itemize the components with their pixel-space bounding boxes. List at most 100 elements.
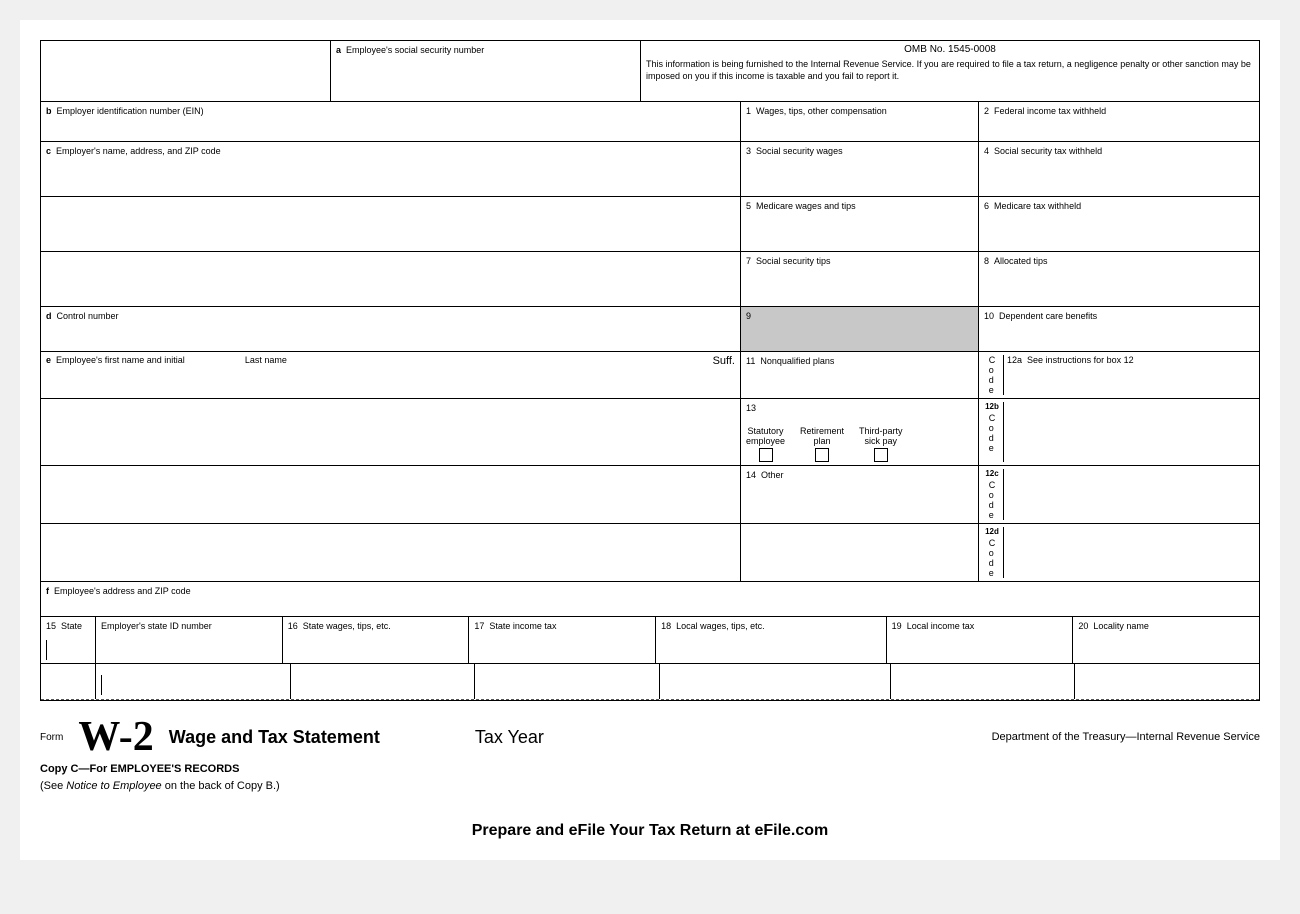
box4-cell[interactable]: 4 Social security tax withheld (979, 142, 1259, 196)
box13-checkboxes: Statutory employee Retirement plan Third… (746, 426, 973, 462)
form-full-title: Wage and Tax Statement (169, 727, 380, 748)
box13-ret-plan: Retirement plan (800, 426, 844, 462)
box3-label: 3 Social security wages (746, 146, 843, 156)
field-d-text: Control number (57, 311, 119, 321)
box15-label: 15 State (46, 621, 82, 631)
box19-text: Local income tax (907, 621, 975, 631)
box12b-cell[interactable]: 12b C o d e (979, 399, 1259, 465)
box7-cell[interactable]: 7 Social security tips (741, 252, 979, 306)
row-control: d Control number 9 10 Dependent care ben… (41, 307, 1259, 352)
box3-cell[interactable]: 3 Social security wages (741, 142, 979, 196)
box9-num: 9 (746, 311, 751, 321)
field-f-label: f Employee's address and ZIP code (46, 586, 191, 596)
box12a-text: See instructions for box 12 (1027, 355, 1134, 365)
box16-num: 16 (288, 621, 298, 631)
box11-label: 11 Nonqualified plans (746, 356, 834, 366)
box6-num: 6 (984, 201, 989, 211)
field-e-lastname-label: Last name (245, 355, 287, 365)
box13-ret-label: Retirement plan (800, 426, 844, 446)
field-d-cell[interactable]: d Control number (41, 307, 741, 351)
field-f-cell[interactable]: f Employee's address and ZIP code (41, 582, 1259, 616)
box18-cell[interactable]: 18 Local wages, tips, etc. (656, 617, 887, 663)
box12d-cell[interactable]: 12d C o d e (979, 524, 1259, 581)
field-e-firstname: Employee's first name and initial (56, 355, 185, 365)
box18-num: 18 (661, 621, 671, 631)
box5-cell[interactable]: 5 Medicare wages and tips (741, 197, 979, 251)
field-c-cont2 (41, 252, 741, 306)
box19-label: 19 Local income tax (892, 621, 975, 631)
field-a-text: Employee's social security number (346, 45, 484, 55)
box17-text: State income tax (489, 621, 556, 631)
field-a-label: a Employee's social security number (336, 45, 484, 55)
box19-num: 19 (892, 621, 902, 631)
box13-label: 13 (746, 403, 756, 413)
dashed-divider-row (41, 664, 1259, 700)
form-w2-title: W-2 (78, 716, 153, 758)
box10-cell[interactable]: 10 Dependent care benefits (979, 307, 1259, 351)
field-a-letter: a (336, 45, 341, 55)
box2-text: Federal income tax withheld (994, 106, 1106, 116)
box15-text: State (61, 621, 82, 631)
field-e-label: e Employee's first name and initial (46, 355, 185, 365)
box12a-cell[interactable]: C o d e 12a See instructions for box 12 (979, 352, 1259, 398)
box10-num: 10 (984, 311, 994, 321)
box13-third-checkbox[interactable] (874, 448, 888, 462)
field-b-cell[interactable]: b Employer identification number (EIN) (41, 102, 741, 141)
field-e-cont (41, 399, 741, 465)
tax-year-label: Tax Year (475, 727, 544, 748)
box14b-cell[interactable] (741, 524, 979, 581)
box12a-code-text: C o d e (989, 355, 996, 395)
box6-label: 6 Medicare tax withheld (984, 201, 1081, 211)
box6-cell[interactable]: 6 Medicare tax withheld (979, 197, 1259, 251)
box18-text: Local wages, tips, etc. (676, 621, 765, 631)
row-address: f Employee's address and ZIP code (41, 582, 1259, 617)
box15b-cell[interactable]: Employer's state ID number (96, 617, 283, 663)
box13-stat-checkbox[interactable] (759, 448, 773, 462)
box8-num: 8 (984, 256, 989, 266)
w2-form-page: a Employee's social security number OMB … (20, 20, 1280, 860)
box12c-cell[interactable]: 12c C o d e (979, 466, 1259, 523)
box14-cell[interactable]: 14 Other (741, 466, 979, 523)
box8-cell[interactable]: 8 Allocated tips (979, 252, 1259, 306)
box5-num: 5 (746, 201, 751, 211)
row-empname: e Employee's first name and initial Last… (41, 352, 1259, 399)
field-c-cell[interactable]: c Employer's name, address, and ZIP code (41, 142, 741, 196)
row-ein: b Employer identification number (EIN) 1… (41, 102, 1259, 142)
box16-label: 16 State wages, tips, etc. (288, 621, 391, 631)
box7-text: Social security tips (756, 256, 831, 266)
box9-cell[interactable]: 9 (741, 307, 979, 351)
field-c-text: Employer's name, address, and ZIP code (56, 146, 221, 156)
field-b-label: b Employer identification number (EIN) (46, 106, 204, 116)
field-c-cont1 (41, 197, 741, 251)
box8-text: Allocated tips (994, 256, 1048, 266)
box17-cell[interactable]: 17 State income tax (469, 617, 656, 663)
box11-cell[interactable]: 11 Nonqualified plans (741, 352, 979, 398)
box13-stat-emp: Statutory employee (746, 426, 785, 462)
box17-label: 17 State income tax (474, 621, 556, 631)
field-f-text: Employee's address and ZIP code (54, 586, 191, 596)
box1-label: 1 Wages, tips, other compensation (746, 106, 887, 116)
box20-num: 20 (1078, 621, 1088, 631)
box1-num: 1 (746, 106, 751, 116)
field-d-letter: d (46, 311, 52, 321)
box16-cell[interactable]: 16 State wages, tips, etc. (283, 617, 470, 663)
box1-text: Wages, tips, other compensation (756, 106, 887, 116)
row-tips: 7 Social security tips 8 Allocated tips (41, 252, 1259, 307)
box19-cell[interactable]: 19 Local income tax (887, 617, 1074, 663)
box2-cell[interactable]: 2 Federal income tax withheld (979, 102, 1259, 141)
box12d-code: 12d C o d e (984, 527, 1004, 578)
box13-ret-checkbox[interactable] (815, 448, 829, 462)
box15-num: 15 (46, 621, 56, 631)
box7-label: 7 Social security tips (746, 256, 831, 266)
footer-section: Form W-2 Wage and Tax Statement Tax Year… (40, 716, 1260, 840)
footer-top: Form W-2 Wage and Tax Statement Tax Year… (40, 716, 1260, 758)
box14-text: Other (761, 470, 784, 480)
box16-text: State wages, tips, etc. (303, 621, 391, 631)
state-line2 (101, 675, 103, 695)
field-a-cell[interactable]: a Employee's social security number (331, 41, 641, 101)
box20-cell[interactable]: 20 Locality name (1073, 617, 1259, 663)
box3-num: 3 (746, 146, 751, 156)
copy-info2: (See Notice to Employee on the back of C… (40, 780, 1260, 792)
box1-cell[interactable]: 1 Wages, tips, other compensation (741, 102, 979, 141)
field-e-cell[interactable]: e Employee's first name and initial Last… (41, 352, 741, 398)
